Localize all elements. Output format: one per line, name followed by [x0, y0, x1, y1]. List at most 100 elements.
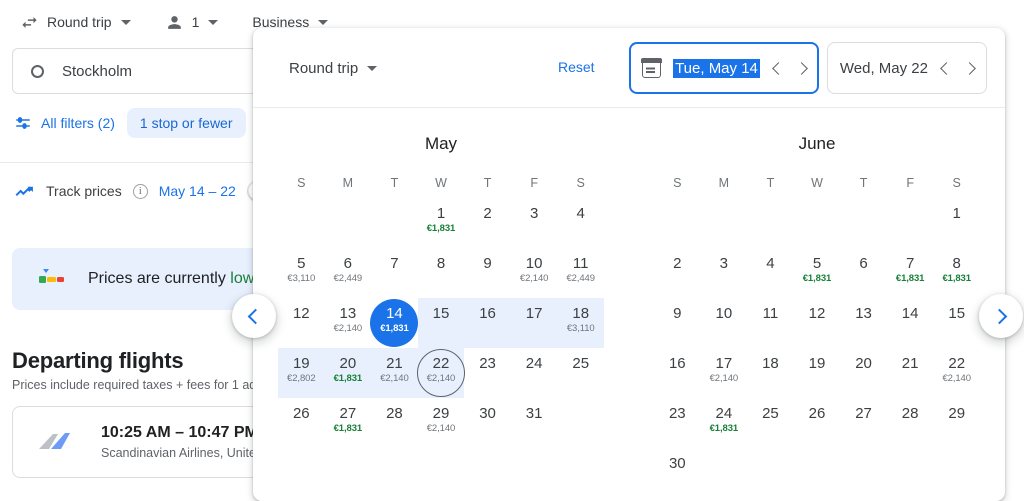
- day-cell-may-11[interactable]: 11 €2,449: [557, 248, 604, 298]
- day-cell-may-3[interactable]: 3: [511, 198, 558, 248]
- day-number: 15: [432, 305, 450, 322]
- day-cell-may-14[interactable]: 14 €1,831: [370, 298, 419, 348]
- day-cell-may-5[interactable]: 5 €3,110: [278, 248, 325, 298]
- day-cell-june-19[interactable]: 19: [794, 348, 841, 398]
- filter-chip-stops[interactable]: 1 stop or fewer: [126, 108, 246, 138]
- day-cell-june-6[interactable]: 6: [840, 248, 887, 298]
- day-cell-may-23[interactable]: 23: [464, 348, 511, 398]
- day-cell-may-15[interactable]: 15: [418, 298, 465, 348]
- all-filters-button[interactable]: All filters (2): [14, 114, 115, 132]
- passenger-count: 1: [191, 14, 200, 30]
- day-cell-may-1[interactable]: 1 €1,831: [418, 198, 465, 248]
- all-filters-label: All filters (2): [41, 115, 115, 131]
- day-cell-may-26[interactable]: 26: [278, 398, 325, 448]
- passengers-selector[interactable]: 1: [159, 5, 225, 39]
- departure-next-day-icon[interactable]: [795, 61, 808, 75]
- day-number: 20: [339, 355, 357, 372]
- weekday-label-6: S: [576, 176, 585, 190]
- weekday-label-3: W: [811, 176, 823, 190]
- day-cell-may-29[interactable]: 29 €2,140: [418, 398, 465, 448]
- day-cell-may-30[interactable]: 30: [464, 398, 511, 448]
- departure-prev-day-icon[interactable]: [772, 61, 785, 75]
- day-number: 26: [808, 405, 826, 422]
- day-cell-may-18[interactable]: 18 €3,110: [557, 298, 604, 348]
- day-cell-june-23[interactable]: 23: [654, 398, 701, 448]
- day-cell-june-29[interactable]: 29: [933, 398, 980, 448]
- day-cell-june-21[interactable]: 21: [887, 348, 934, 398]
- day-cell-june-4[interactable]: 4: [747, 248, 794, 298]
- day-cell-june-12[interactable]: 12: [794, 298, 841, 348]
- day-cell-may-6[interactable]: 6 €2,449: [325, 248, 372, 298]
- day-price: €2,140: [519, 273, 549, 284]
- day-number: 7: [905, 255, 915, 272]
- day-cell-may-19[interactable]: 19 €2,802: [278, 348, 325, 398]
- day-price: €3,110: [566, 323, 595, 334]
- day-number: 19: [292, 355, 310, 372]
- day-cell-may-27[interactable]: 27 €1,831: [325, 398, 372, 448]
- day-cell-june-28[interactable]: 28: [887, 398, 934, 448]
- day-cell-june-1[interactable]: 1: [933, 198, 980, 248]
- day-number: 13: [339, 305, 357, 322]
- day-cell-may-25[interactable]: 25: [557, 348, 604, 398]
- departure-date-value: Tue, May 14: [673, 58, 760, 78]
- day-cell-june-5[interactable]: 5 €1,831: [794, 248, 841, 298]
- day-cell-june-27[interactable]: 27: [840, 398, 887, 448]
- week-row: 9 10 11 12 13 14 15: [654, 298, 980, 348]
- day-cell-may-12[interactable]: 12: [278, 298, 325, 348]
- day-cell-june-16[interactable]: 16: [654, 348, 701, 398]
- previous-months-button[interactable]: [232, 294, 276, 338]
- day-cell-may-7[interactable]: 7: [371, 248, 418, 298]
- day-cell-june-7[interactable]: 7 €1,831: [887, 248, 934, 298]
- day-cell-june-14[interactable]: 14: [887, 298, 934, 348]
- day-cell-may-10[interactable]: 10 €2,140: [511, 248, 558, 298]
- day-cell-june-9[interactable]: 9: [654, 298, 701, 348]
- day-number: 12: [292, 305, 310, 322]
- day-cell-may-17[interactable]: 17: [511, 298, 558, 348]
- day-cell-june-20[interactable]: 20: [840, 348, 887, 398]
- day-cell-june-25[interactable]: 25: [747, 398, 794, 448]
- day-price: €1,831: [333, 423, 363, 434]
- day-cell-june-11[interactable]: 11: [747, 298, 794, 348]
- day-cell-june-10[interactable]: 10: [701, 298, 748, 348]
- day-cell-june-13[interactable]: 13: [840, 298, 887, 348]
- day-cell-may-16[interactable]: 16: [464, 298, 511, 348]
- next-months-button[interactable]: [979, 294, 1023, 338]
- day-cell-may-24[interactable]: 24: [511, 348, 558, 398]
- day-cell-june-18[interactable]: 18: [747, 348, 794, 398]
- day-cell-may-8[interactable]: 8: [418, 248, 465, 298]
- day-cell-june-2[interactable]: 2: [654, 248, 701, 298]
- day-cell-may-4[interactable]: 4: [557, 198, 604, 248]
- day-cell-june-3[interactable]: 3: [701, 248, 748, 298]
- reset-button[interactable]: Reset: [558, 59, 595, 75]
- day-cell-may-22[interactable]: 22 €2,140: [416, 348, 465, 398]
- track-prices-dates[interactable]: May 14 – 22: [159, 183, 236, 199]
- day-cell-may-9[interactable]: 9: [464, 248, 511, 298]
- day-cell-june-30[interactable]: 30: [654, 448, 701, 498]
- chevron-down-icon: [318, 19, 329, 25]
- return-date-value: Wed, May 22: [839, 59, 928, 77]
- day-cell-june-24[interactable]: 24 €1,831: [701, 398, 748, 448]
- day-cell-may-28[interactable]: 28: [371, 398, 418, 448]
- swap-arrows-icon: [20, 13, 39, 32]
- day-cell-may-21[interactable]: 21 €2,140: [371, 348, 418, 398]
- trip-type-selector[interactable]: Round trip: [14, 5, 137, 39]
- day-cell-june-22[interactable]: 22 €2,140: [933, 348, 980, 398]
- day-cell-may-31[interactable]: 31: [511, 398, 558, 448]
- day-cell-may-13[interactable]: 13 €2,140: [325, 298, 372, 348]
- day-cell-june-8[interactable]: 8 €1,831: [933, 248, 980, 298]
- day-cell-may-2[interactable]: 2: [464, 198, 511, 248]
- day-cell-june-17[interactable]: 17 €2,140: [701, 348, 748, 398]
- day-cell-june-15[interactable]: 15: [933, 298, 980, 348]
- day-cell-may-20[interactable]: 20 €1,831: [325, 348, 372, 398]
- empty-day-cell: [840, 448, 887, 498]
- calendar-trip-type-selector[interactable]: Round trip: [283, 51, 383, 85]
- info-icon[interactable]: i: [132, 183, 148, 199]
- departure-date-field[interactable]: Tue, May 14: [629, 42, 819, 94]
- return-date-field[interactable]: Wed, May 22: [826, 42, 987, 94]
- chevron-down-icon: [120, 19, 131, 25]
- day-price: €1,831: [895, 273, 925, 284]
- day-cell-june-26[interactable]: 26: [794, 398, 841, 448]
- return-prev-day-icon[interactable]: [940, 61, 953, 75]
- filter-icon: [14, 114, 32, 132]
- return-next-day-icon[interactable]: [963, 61, 976, 75]
